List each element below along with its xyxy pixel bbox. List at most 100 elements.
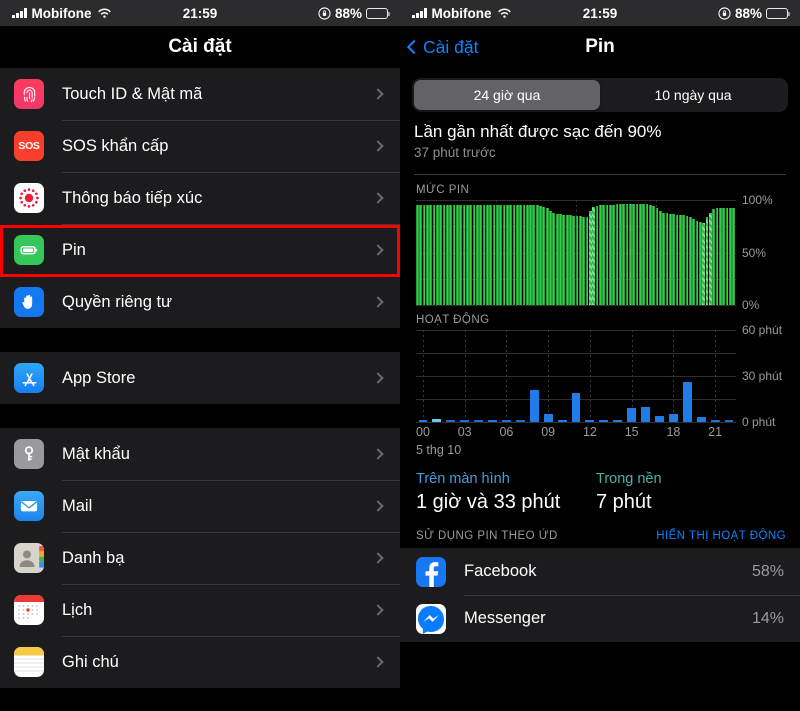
chevron-right-icon: [372, 448, 384, 460]
sidebar-item-exposure-notification[interactable]: Thông báo tiếp xúc: [0, 172, 400, 224]
battery-bar: [569, 214, 572, 305]
activity-bar: [515, 419, 525, 422]
chevron-right-icon: [372, 500, 384, 512]
sidebar-item-mail[interactable]: Mail: [0, 480, 400, 532]
chevron-left-icon: [406, 39, 422, 55]
battery-bar: [589, 210, 592, 305]
activity-bar: [613, 419, 623, 422]
battery-bar: [638, 204, 642, 305]
sidebar-item-label: Quyền riêng tư: [62, 292, 173, 311]
battery-bar: [672, 213, 675, 305]
battery-level-chart-row: 100% 50% 0%: [400, 193, 800, 312]
app-name: Messenger: [464, 609, 546, 627]
app-usage-list: Facebook 58% Messenger 14%: [400, 548, 800, 642]
battery-bar: [509, 205, 512, 305]
battery-level-section-label: MỨC PIN: [416, 184, 470, 196]
battery-bar: [535, 205, 539, 305]
settings-nav-bar: Cài đặt: [0, 26, 400, 68]
list-item[interactable]: Messenger 14%: [400, 595, 800, 642]
battery-bar: [732, 208, 735, 305]
back-button[interactable]: Cài đặt: [406, 36, 479, 58]
rotation-lock-icon: [718, 6, 731, 20]
activity-bar: [724, 419, 734, 422]
battery-bar: [685, 215, 689, 305]
chevron-right-icon: [372, 88, 384, 100]
last-charge-subtitle: 37 phút trước: [414, 145, 496, 160]
usage-stats: Trên màn hình 1 giờ và 33 phút Trong nền…: [400, 457, 800, 524]
sidebar-item-privacy[interactable]: Quyền riêng tư: [0, 276, 400, 328]
y-tick-label: 50%: [742, 245, 767, 260]
battery-bar: [718, 208, 722, 305]
battery-level-y-axis: 100% 50% 0%: [736, 193, 792, 312]
status-bar-left-group: Mobifone: [412, 6, 512, 21]
stat-screen-on: Trên màn hình 1 giờ và 33 phút: [416, 471, 596, 514]
sidebar-item-notes[interactable]: Ghi chú: [0, 636, 400, 688]
battery-bar: [522, 205, 526, 305]
sidebar-item-passwords[interactable]: Mật khẩu: [0, 428, 400, 480]
sidebar-item-label: Touch ID & Mật mã: [62, 84, 203, 103]
time-range-selector[interactable]: 24 giờ qua 10 ngày qua: [412, 78, 788, 112]
battery-bar: [472, 205, 476, 305]
grid-line: [715, 330, 717, 422]
battery-bar: [579, 215, 582, 305]
grid-line: [673, 330, 675, 422]
tab-last-10-days[interactable]: 10 ngày qua: [600, 80, 786, 110]
usage-by-app-label: SỬ DỤNG PIN THEO ỨD: [416, 530, 558, 542]
battery-bar: [452, 205, 456, 305]
sidebar-item-calendar[interactable]: Lịch: [0, 584, 400, 636]
battery-bar: [682, 214, 685, 305]
activity-chart-row: 00 03 06 09 12 15 18 21 60 phút 30 phút 0 phút: [400, 323, 800, 443]
battery-bar: [479, 205, 482, 305]
rotation-lock-icon: [318, 6, 331, 20]
sidebar-item-contacts[interactable]: Danh bạ: [0, 532, 400, 584]
battery-bar: [722, 208, 725, 305]
battery-bar: [555, 213, 559, 305]
sidebar-item-touch-id[interactable]: Touch ID & Mật mã: [0, 68, 400, 120]
settings-group-1: Touch ID & Mật mã SOS SOS khẩn cấp Thông…: [0, 68, 400, 328]
tab-last-24-hours[interactable]: 24 giờ qua: [414, 80, 600, 110]
sidebar-item-app-store[interactable]: App Store: [0, 352, 400, 404]
battery-bar: [449, 205, 453, 305]
battery-bar: [602, 205, 606, 305]
show-activity-button[interactable]: HIỂN THỊ HOẠT ĐỘNG: [656, 530, 786, 542]
sidebar-item-label: App Store: [62, 368, 136, 387]
carrier-name: Mobifone: [31, 5, 92, 21]
grid-line: [416, 305, 736, 306]
battery-bar: [489, 205, 492, 305]
sidebar-item-sos[interactable]: SOS SOS khẩn cấp: [0, 120, 400, 172]
grid-line: [416, 422, 736, 423]
battery-bar: [625, 204, 629, 305]
mail-icon: [14, 491, 44, 521]
battery-bar: [619, 204, 622, 305]
battery-nav-bar: Cài đặt Pin: [400, 26, 800, 68]
battery-icon: [366, 7, 391, 19]
cellular-bars-icon: [12, 8, 27, 18]
back-button-label: Cài đặt: [423, 36, 479, 57]
list-item[interactable]: Facebook 58%: [400, 548, 800, 595]
facebook-icon: [416, 556, 446, 587]
battery-bar: [482, 205, 486, 305]
app-battery-percent: 58%: [751, 562, 784, 580]
y-tick-label: 0 phút: [742, 415, 776, 429]
battery-bar: [605, 205, 609, 305]
activity-bar: [557, 419, 567, 422]
sidebar-item-battery[interactable]: Pin: [0, 224, 400, 276]
y-tick-label: 0%: [742, 298, 760, 312]
app-battery-percent: 14%: [751, 609, 784, 627]
activity-bar: [710, 419, 720, 422]
battery-bar: [695, 221, 699, 305]
battery-bar: [525, 205, 529, 305]
battery-bar: [435, 205, 439, 305]
battery-level-plot: [416, 200, 736, 306]
page-title: Cài đặt: [168, 36, 232, 57]
grid-line: [589, 330, 591, 422]
battery-bar: [549, 210, 552, 305]
x-tick-label: 03: [457, 425, 472, 439]
battery-bar: [559, 213, 562, 305]
activity-bar: [599, 419, 609, 422]
battery-bar: [532, 205, 536, 305]
battery-bar: [419, 205, 423, 305]
battery-bar: [459, 205, 462, 305]
battery-bar: [432, 205, 436, 305]
last-charge-title: Lần gần nhất được sạc đến 90%: [414, 122, 662, 141]
